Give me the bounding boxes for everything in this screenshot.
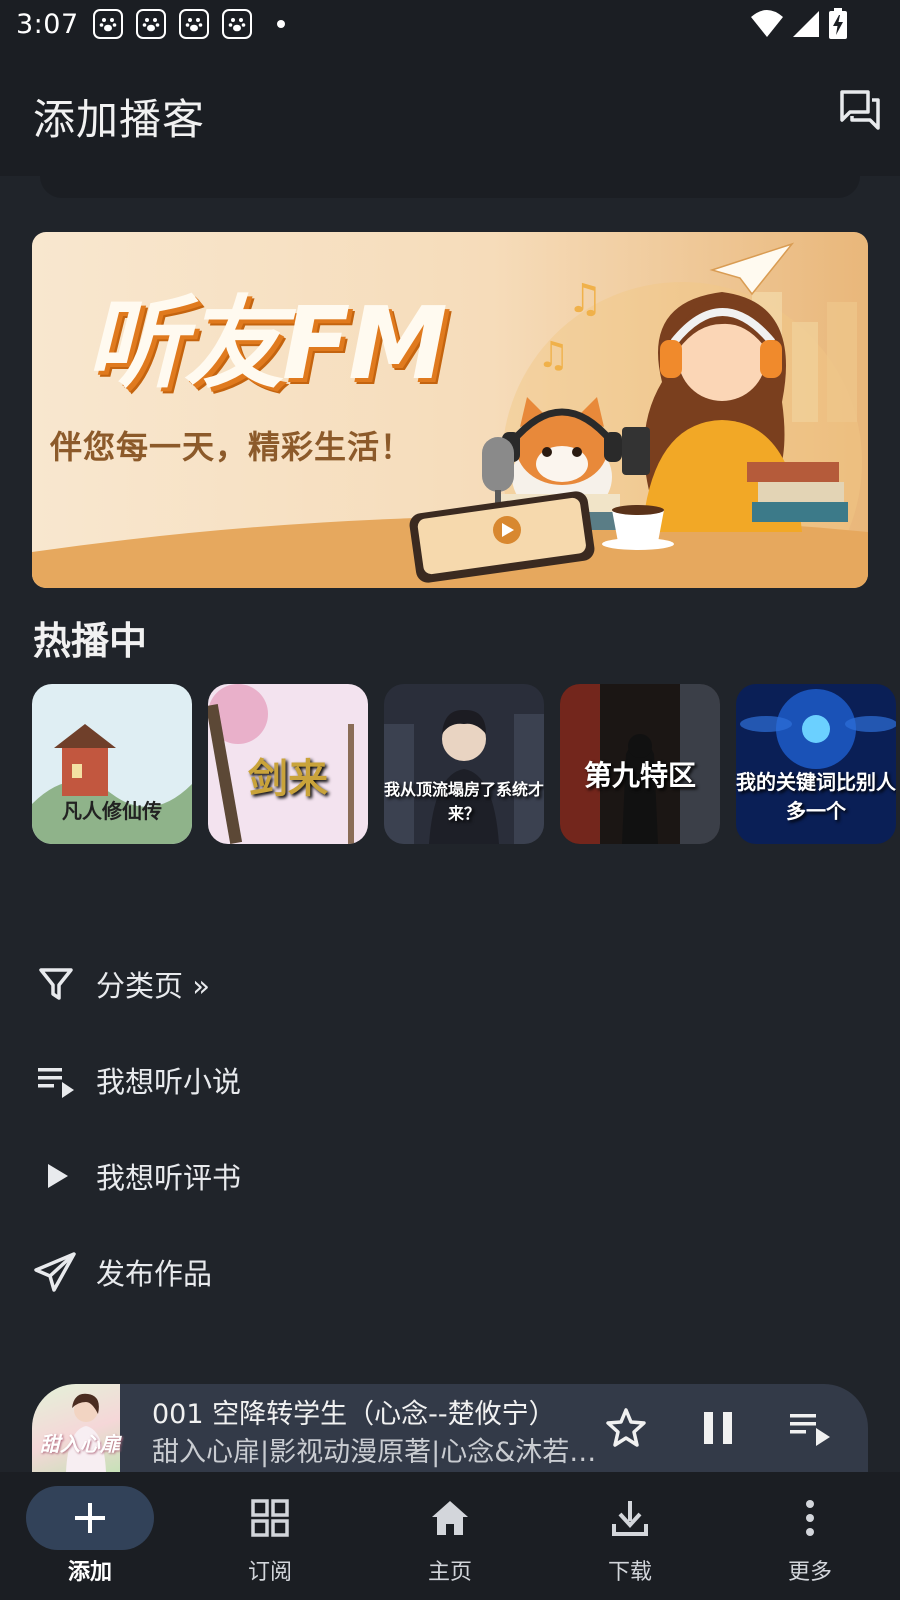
cover-title: 我从顶流塌房了系统才来？ — [384, 780, 544, 823]
page-title: 添加播客 — [33, 95, 206, 144]
now-playing-title: 001 空降转学生（心念--楚攸宁） — [152, 1399, 556, 1430]
more-vert-icon — [786, 1494, 834, 1542]
menu-label: 我想听小说 — [96, 1065, 242, 1099]
status-bar: 3:07 — [0, 0, 900, 48]
cover-title: 凡人修仙传 — [62, 799, 162, 823]
menu-label: 发布作品 — [96, 1257, 213, 1291]
nav-label: 主页 — [427, 1560, 472, 1585]
hot-item-cover[interactable]: 我的关键词比别人多一个 — [736, 684, 896, 844]
promo-banner[interactable]: ♫ ♫ 听友FM 伴您每一天，精彩生活！ — [32, 232, 868, 588]
nav-add[interactable]: 添加 — [0, 1472, 180, 1600]
nav-subscribe[interactable]: 订阅 — [180, 1472, 360, 1600]
wifi-icon — [751, 10, 783, 37]
more-notifications-dot — [276, 20, 285, 28]
nav-label: 添加 — [67, 1560, 112, 1585]
svg-text:♫: ♫ — [537, 335, 569, 376]
paw-icon — [178, 9, 209, 39]
cover-title: 剑来 — [248, 756, 328, 802]
paw-icon — [92, 9, 123, 39]
now-playing-cover: 甜入心扉 — [32, 1384, 120, 1472]
section-title-hot: 热播中 — [33, 619, 148, 663]
cover-title: 第九特区 — [583, 759, 696, 792]
nav-label: 下载 — [607, 1560, 652, 1585]
menu-item-novel[interactable]: 我想听小说 — [0, 1040, 900, 1120]
chat-bubbles-icon[interactable] — [838, 88, 882, 132]
plus-icon — [66, 1494, 114, 1542]
nav-home[interactable]: 主页 — [360, 1472, 540, 1600]
hot-item-cover[interactable]: 我从顶流塌房了系统才来？ — [384, 684, 544, 844]
signal-icon — [793, 11, 819, 37]
menu-item-publish[interactable]: 发布作品 — [0, 1232, 900, 1312]
menu-item-category[interactable]: 分类页 » — [0, 944, 900, 1024]
pause-icon[interactable] — [694, 1404, 742, 1452]
queue-icon[interactable] — [786, 1404, 834, 1452]
bottom-nav: 添加 订阅 主页 下载 更多 — [0, 1472, 900, 1600]
now-playing-subtitle: 甜入心扉|影视动漫原著|心念&沐若|... — [152, 1437, 602, 1468]
download-icon — [606, 1494, 654, 1542]
nav-more[interactable]: 更多 — [720, 1472, 900, 1600]
hot-item-cover[interactable]: 凡人修仙传 — [32, 684, 192, 844]
paw-icon — [135, 9, 166, 39]
menu-label: 分类页 » — [96, 969, 210, 1003]
mini-player[interactable]: 甜入心扉 001 空降转学生（心念--楚攸宁） 甜入心扉|影视动漫原著|心念&沐… — [32, 1384, 868, 1472]
menu-item-storytelling[interactable]: 我想听评书 — [0, 1136, 900, 1216]
send-icon — [32, 1248, 80, 1296]
nav-download[interactable]: 下载 — [540, 1472, 720, 1600]
now-playing-cover-text: 甜入心扉 — [40, 1432, 120, 1456]
home-icon — [426, 1494, 474, 1542]
banner-title: 听友FM — [86, 285, 448, 402]
star-icon[interactable] — [602, 1404, 650, 1452]
hot-item-cover[interactable]: 剑来 — [208, 684, 368, 844]
menu-label: 我想听评书 — [96, 1161, 242, 1195]
paw-icon — [221, 9, 252, 39]
app-bar: 添加播客 — [0, 48, 900, 176]
nav-label: 订阅 — [247, 1560, 292, 1585]
playlist-play-icon — [32, 1056, 80, 1104]
hot-item-cover[interactable]: 第九特区 — [560, 684, 720, 844]
hot-list: 凡人修仙传 剑来 我从顶流塌房了系统才来？ 第九特区 我的关键词比别人多一个 — [32, 684, 900, 844]
svg-text:♫: ♫ — [567, 276, 603, 322]
cover-title: 我的关键词比别人多一个 — [736, 770, 896, 823]
status-time: 3:07 — [16, 8, 79, 40]
grid-icon — [246, 1494, 294, 1542]
battery-charging-icon — [829, 8, 847, 39]
banner-subtitle: 伴您每一天，精彩生活！ — [50, 428, 414, 466]
play-icon — [32, 1152, 80, 1200]
nav-label: 更多 — [787, 1560, 832, 1585]
app-bar-curve — [40, 176, 860, 198]
filter-icon — [32, 960, 80, 1008]
